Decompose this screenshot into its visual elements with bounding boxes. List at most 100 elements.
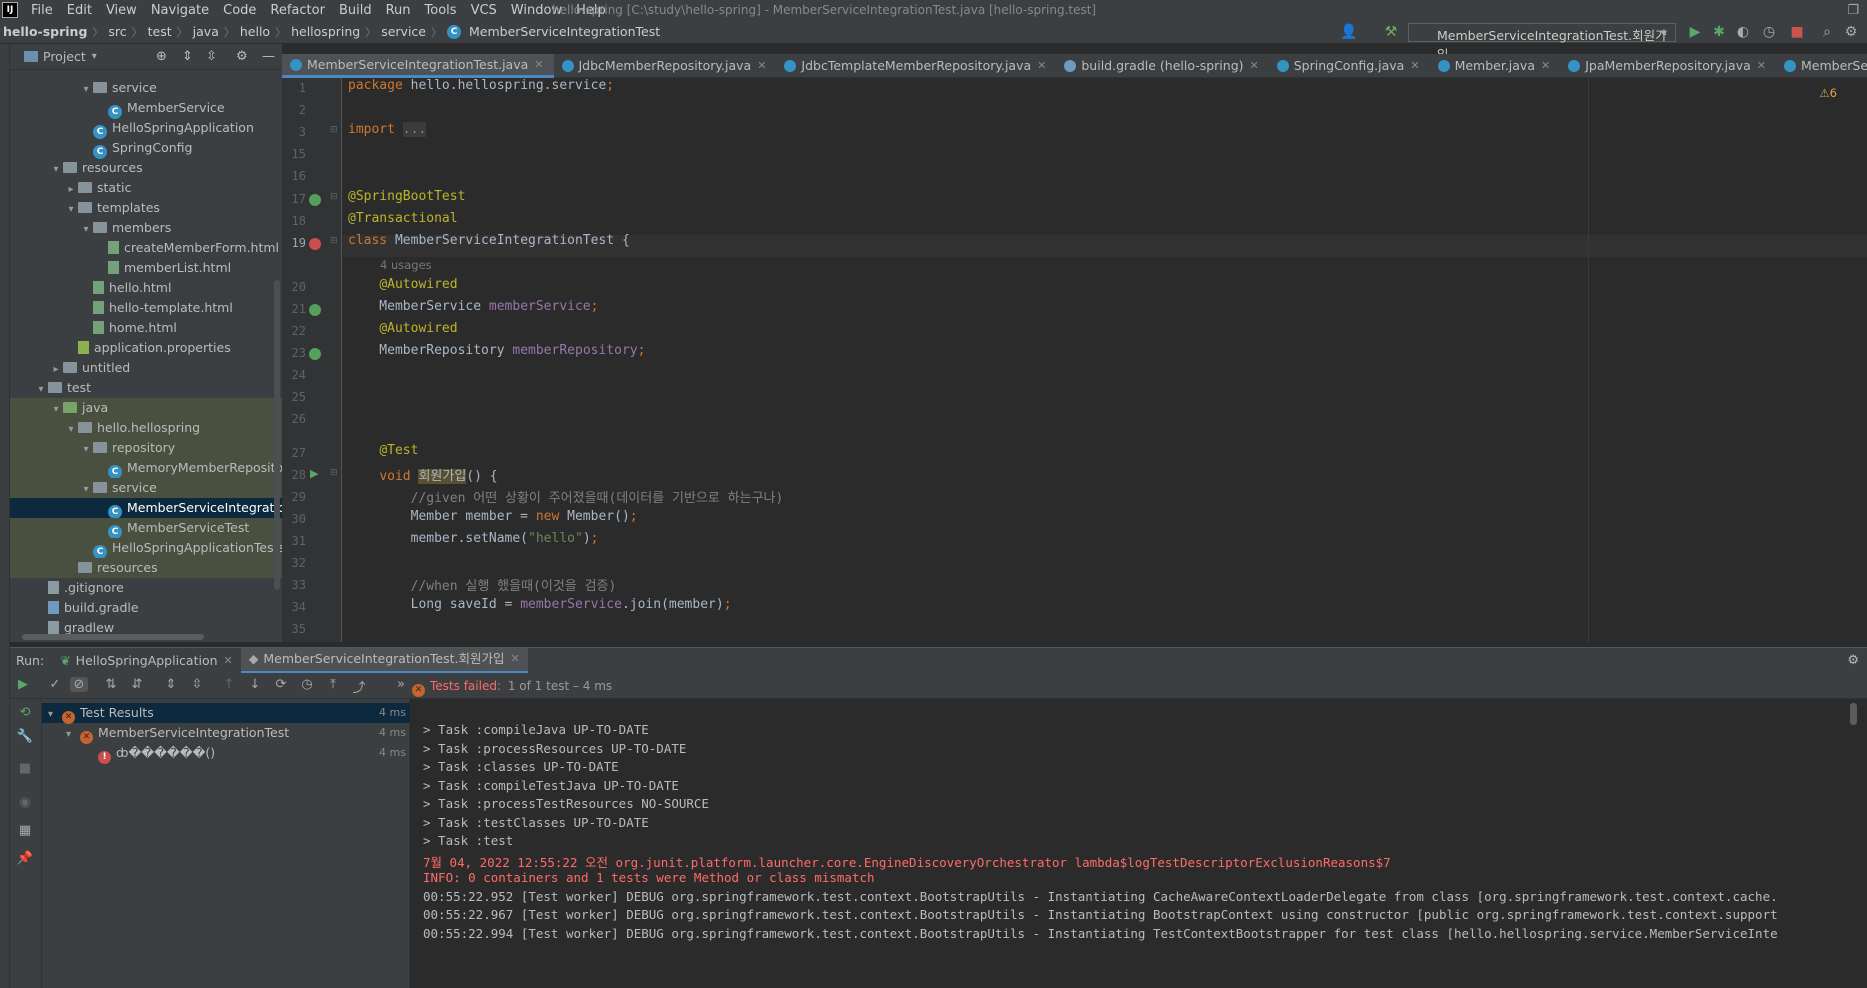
close-icon[interactable]: ✕ [1037,54,1046,78]
user-icon[interactable]: 👤 [1340,23,1358,41]
menu-refactor[interactable]: Refactor [263,3,332,18]
menu-build[interactable]: Build [332,3,379,18]
editor-tab[interactable]: build.gradle (hello-spring) ✕ [1056,54,1268,78]
editor-tab[interactable]: JdbcMemberRepository.java ✕ [554,54,777,78]
menu-edit[interactable]: Edit [60,3,99,18]
fold-icon[interactable]: ⊟ [330,236,338,246]
previous-failed-icon[interactable]: ↑ [220,677,238,692]
rerun-icon[interactable]: ▶ [14,677,32,692]
stop-icon[interactable]: ■ [16,761,34,776]
tree-item[interactable]: ▾ test [10,378,282,398]
breadcrumb-test[interactable]: test [145,24,175,39]
more-icon[interactable]: » [392,677,410,692]
sort-duration-icon[interactable]: ⇵ [128,677,146,692]
history-icon[interactable]: ◷ [298,677,316,692]
sort-alpha-icon[interactable]: ⇅ [102,677,120,692]
tree-item[interactable]: .gitignore [10,578,282,598]
tree-item[interactable]: createMemberForm.html [10,238,282,258]
tree-item[interactable]: ▾ resources [10,158,282,178]
settings-icon[interactable]: ⚙ [1842,23,1860,41]
export-icon[interactable]: ⤴ [350,677,368,696]
usages-hint[interactable]: 4 usages [380,258,432,272]
collapse-all-icon[interactable]: ⇳ [206,49,217,64]
tree-item[interactable]: C SpringConfig [10,138,282,159]
chevron-down-icon[interactable]: ▾ [34,380,48,400]
test-failed-icon[interactable] [309,238,321,250]
menu-view[interactable]: View [99,3,144,18]
locate-icon[interactable]: ⊕ [156,49,167,64]
debug-icon[interactable]: ✱ [1710,23,1728,41]
menu-tools[interactable]: Tools [418,3,464,18]
chevron-down-icon[interactable]: ▾ [79,440,93,460]
restore-window-icon[interactable]: ❐ [1847,3,1859,18]
menu-run[interactable]: Run [379,3,418,18]
editor-tab[interactable]: Member.java ✕ [1430,54,1561,78]
run-tab-hellospringapplication[interactable]: ❦ HelloSpringApplication ✕ [52,648,241,674]
profile-icon[interactable]: ◷ [1760,23,1778,41]
breadcrumb-hellospring[interactable]: hellospring [288,24,363,39]
menu-file[interactable]: File [24,3,60,18]
coverage-icon[interactable]: ◐ [1734,23,1752,41]
chevron-down-icon[interactable]: ▾ [79,80,93,100]
editor-tab[interactable]: MemberServiceIntegrationTest.java ✕ [282,54,554,78]
tree-item[interactable]: memberList.html [10,258,282,278]
console-output[interactable]: > Task :compileJava UP-TO-DATE > Task :pr… [410,699,1867,988]
autowired-icon[interactable] [309,348,321,360]
build-hammer-icon[interactable]: ⚒ [1382,23,1400,41]
chevron-down-icon[interactable]: ▾ [49,160,63,180]
test-tree-item[interactable]: ▾ ✕ Test Results 4 ms [42,703,410,725]
chevron-right-icon[interactable]: ▸ [49,360,63,380]
breadcrumb-hello[interactable]: hello [237,24,273,39]
tree-item[interactable]: ▾ service [10,78,282,98]
autowired-icon[interactable] [309,304,321,316]
run-tab-test[interactable]: ◆ MemberServiceIntegrationTest.회원가입 ✕ [240,647,528,674]
chevron-down-icon[interactable]: ▾ [92,51,97,62]
breadcrumb-java[interactable]: java [190,24,222,39]
chevron-down-icon[interactable]: ▾ [48,705,62,725]
tree-item[interactable]: build.gradle [10,598,282,618]
gear-icon[interactable]: ⚙ [236,49,248,64]
collapse-all-icon[interactable]: ⇳ [188,677,206,692]
tree-item[interactable]: C MemberServiceTest [10,518,282,539]
horizontal-scrollbar[interactable] [22,634,204,640]
close-icon[interactable]: ✕ [757,54,766,78]
tree-item[interactable]: ▾ java [10,398,282,418]
chevron-down-icon[interactable]: ▾ [66,725,80,745]
next-failed-icon[interactable]: ↓ [246,677,264,692]
close-icon[interactable]: ✕ [1541,54,1550,78]
tree-item[interactable]: application.properties [10,338,282,358]
tree-item[interactable]: C MemberServiceIntegrationTest [10,498,282,519]
console-scrollbar[interactable] [1850,703,1857,725]
project-panel-title[interactable]: Project [43,49,86,64]
editor-tab[interactable]: MemberService.java✕ [1776,54,1867,78]
menu-code[interactable]: Code [216,3,263,18]
search-icon[interactable]: ⌕ [1818,23,1836,41]
chevron-down-icon[interactable]: ▾ [64,420,78,440]
chevron-down-icon[interactable]: ▾ [64,200,78,220]
gear-icon[interactable]: ⚙ [1847,653,1859,668]
tree-item[interactable]: ▸ untitled [10,358,282,378]
tree-item[interactable]: ▾ members [10,218,282,238]
chevron-down-icon[interactable]: ▾ [79,220,93,240]
rerun-debug-icon[interactable]: ⟲ [16,705,34,720]
fold-icon[interactable]: ⊟ [330,468,338,478]
tree-item[interactable]: C HelloSpringApplicationTests [10,538,282,559]
code-editor[interactable]: 1 2 3 15 16 17 18 19 20 21 22 23 24 25 26 27 28 29 30 31 32 3… [282,78,1867,642]
pin-icon[interactable]: 📌 [16,851,34,866]
breadcrumb-class[interactable]: MemberServiceIntegrationTest [466,24,663,39]
tree-item[interactable]: hello.html [10,278,282,298]
run-icon[interactable]: ▶ [1686,23,1704,41]
eye-icon[interactable]: ◉ [16,795,34,810]
fold-icon[interactable]: ⊟ [330,192,338,202]
tree-item[interactable]: ▾ repository [10,438,282,458]
show-passed-icon[interactable]: ✓ [46,677,64,692]
rerun-failed-icon[interactable]: ⟳ [272,677,290,692]
warnings-indicator[interactable]: ⚠6 [1819,86,1837,100]
expand-all-icon[interactable]: ⇕ [182,49,193,64]
editor-tab[interactable]: JdbcTemplateMemberRepository.java ✕ [776,54,1056,78]
chevron-down-icon[interactable]: ▾ [49,400,63,420]
spring-bean-icon[interactable] [309,194,321,206]
layout-icon[interactable]: ▦ [16,823,34,838]
tree-item[interactable]: ▾ service [10,478,282,498]
run-configuration-select[interactable]: MemberServiceIntegrationTest.회원가입 ▾ [1408,23,1676,62]
